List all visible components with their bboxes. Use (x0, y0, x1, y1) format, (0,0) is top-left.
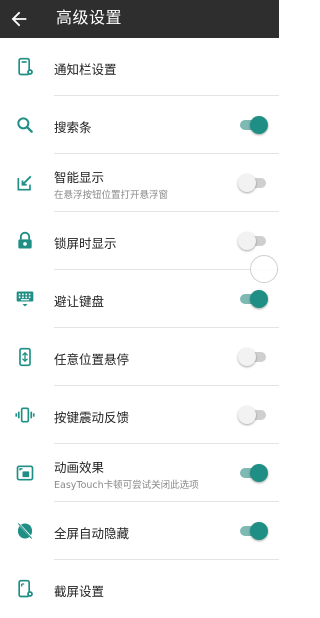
vibration-icon (15, 407, 35, 423)
app-bar: 高级设置 (0, 0, 279, 38)
avoid-keyboard-toggle[interactable] (238, 290, 268, 308)
setting-label: 动画效果 (54, 460, 105, 475)
page-title: 高级设置 (56, 8, 123, 27)
setting-row-animation[interactable]: 动画效果 EasyTouch卡顿可尝试关闭此选项 (0, 444, 279, 502)
setting-row-vibration[interactable]: 按键震动反馈 (0, 386, 279, 444)
setting-row-avoid-keyboard[interactable]: 避让键盘 (0, 270, 279, 328)
setting-row-search-bar[interactable]: 搜索条 (0, 96, 279, 154)
animation-icon (16, 465, 34, 481)
setting-row-hover-anywhere[interactable]: 任意位置悬停 (0, 328, 279, 386)
setting-label: 智能显示 (54, 170, 105, 185)
lock-icon (18, 231, 32, 249)
notification-settings-icon (18, 57, 33, 76)
arrow-left-icon[interactable] (8, 8, 30, 30)
lockscreen-toggle[interactable] (238, 232, 268, 250)
setting-label: 通知栏设置 (54, 62, 117, 77)
setting-label: 任意位置悬停 (54, 352, 130, 367)
setting-label: 避让键盘 (54, 294, 105, 309)
setting-subtitle: 在悬浮按钮位置打开悬浮窗 (54, 190, 169, 201)
animation-toggle[interactable] (238, 464, 268, 482)
setting-label: 按键震动反馈 (54, 410, 130, 425)
smart-display-toggle[interactable] (238, 174, 268, 192)
setting-subtitle: EasyTouch卡顿可尝试关闭此选项 (54, 480, 199, 491)
fullscreen-hide-icon (17, 523, 33, 539)
search-icon (17, 117, 33, 133)
setting-row-smart-display[interactable]: 智能显示 在悬浮按钮位置打开悬浮窗 (0, 154, 279, 212)
keyboard-icon (16, 291, 34, 307)
smart-display-icon (17, 175, 32, 191)
setting-row-screenshot[interactable]: 截屏设置 (0, 560, 279, 618)
fullscreen-hide-toggle[interactable] (238, 522, 268, 540)
search-bar-toggle[interactable] (238, 116, 268, 134)
screenshot-settings-icon (18, 579, 33, 598)
setting-label: 搜索条 (54, 120, 92, 135)
setting-row-fullscreen-hide[interactable]: 全屏自动隐藏 (0, 502, 279, 560)
setting-label: 锁屏时显示 (54, 236, 117, 251)
setting-row-lockscreen[interactable]: 锁屏时显示 (0, 212, 279, 270)
vibration-toggle[interactable] (238, 406, 268, 424)
phone-hover-icon (19, 347, 31, 367)
floating-touch-button[interactable] (250, 255, 278, 283)
setting-row-notification[interactable]: 通知栏设置 (0, 38, 279, 96)
setting-label: 截屏设置 (54, 584, 105, 599)
hover-anywhere-toggle[interactable] (238, 348, 268, 366)
setting-label: 全屏自动隐藏 (54, 526, 130, 541)
